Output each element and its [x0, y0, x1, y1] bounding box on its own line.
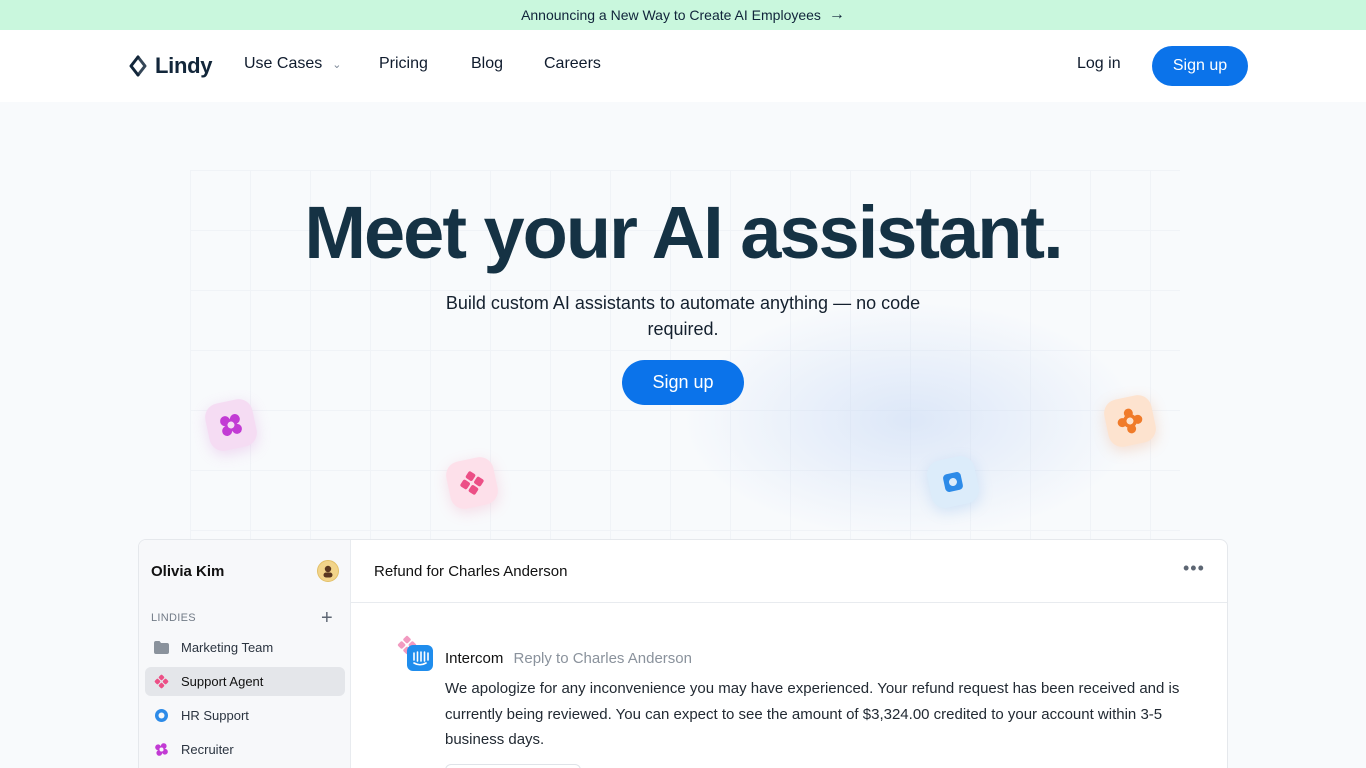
sidebar: Olivia Kim LINDIES + Marketing Team Supp…: [139, 540, 351, 768]
folder-icon: [153, 640, 169, 656]
sidebar-item-marketing-team[interactable]: Marketing Team: [145, 633, 345, 662]
message-source: Intercom: [445, 650, 504, 667]
announcement-bar[interactable]: Announcing a New Way to Create AI Employ…: [0, 0, 1366, 30]
nav-use-cases[interactable]: Use Cases ⌄: [244, 55, 341, 73]
message-action-button[interactable]: [445, 764, 581, 768]
thread-title: Refund for Charles Anderson: [374, 563, 568, 580]
more-options-icon[interactable]: •••: [1183, 558, 1205, 579]
sidebar-item-support-agent[interactable]: Support Agent: [145, 667, 345, 696]
chevron-down-icon: ⌄: [332, 58, 342, 71]
purple-flower-icon: [153, 742, 169, 758]
intercom-icon: [407, 645, 433, 671]
message-header: Intercom Reply to Charles Anderson: [445, 650, 692, 667]
message-action: Reply to Charles Anderson: [513, 650, 692, 667]
announcement-text: Announcing a New Way to Create AI Employ…: [521, 7, 821, 23]
avatar-person-icon: [323, 565, 333, 578]
sidebar-item-label: Support Agent: [181, 674, 264, 689]
message-source-icons: [397, 635, 433, 671]
blue-ring-icon: [153, 708, 169, 724]
message-body: We apologize for any inconvenience you m…: [445, 680, 1180, 748]
top-nav: Lindy Use Cases ⌄ Pricing Blog Careers L…: [0, 30, 1366, 102]
logo[interactable]: Lindy: [127, 52, 212, 80]
nav-blog[interactable]: Blog: [471, 55, 503, 73]
hero-title: Meet your AI assistant.: [304, 191, 1063, 274]
pink-clover-icon: [153, 674, 169, 690]
sidebar-item-recruiter[interactable]: Recruiter: [145, 735, 345, 764]
thread-header: Refund for Charles Anderson •••: [351, 540, 1227, 603]
section-label-lindies: LINDIES: [151, 612, 196, 624]
nav-use-cases-label: Use Cases: [244, 55, 323, 72]
arrow-right-icon: →: [828, 6, 845, 23]
avatar[interactable]: [317, 560, 339, 582]
sidebar-item-label: Marketing Team: [181, 640, 274, 655]
nav-pricing[interactable]: Pricing: [379, 55, 428, 73]
logo-text: Lindy: [155, 53, 213, 78]
add-lindy-button[interactable]: +: [321, 608, 333, 628]
nav-careers[interactable]: Careers: [544, 55, 601, 73]
user-name: Olivia Kim: [151, 563, 225, 580]
hero-signup-button[interactable]: Sign up: [622, 360, 744, 405]
login-link[interactable]: Log in: [1077, 55, 1121, 73]
sidebar-item-label: HR Support: [181, 708, 249, 723]
sidebar-item-hr-support[interactable]: HR Support: [145, 701, 345, 730]
signup-button-nav[interactable]: Sign up: [1152, 46, 1248, 86]
app-preview: Olivia Kim LINDIES + Marketing Team Supp…: [138, 539, 1228, 768]
sidebar-item-label: Recruiter: [181, 742, 234, 757]
hero-subtitle: Build custom AI assistants to automate a…: [445, 293, 921, 339]
lindy-logo-icon: [129, 55, 147, 77]
